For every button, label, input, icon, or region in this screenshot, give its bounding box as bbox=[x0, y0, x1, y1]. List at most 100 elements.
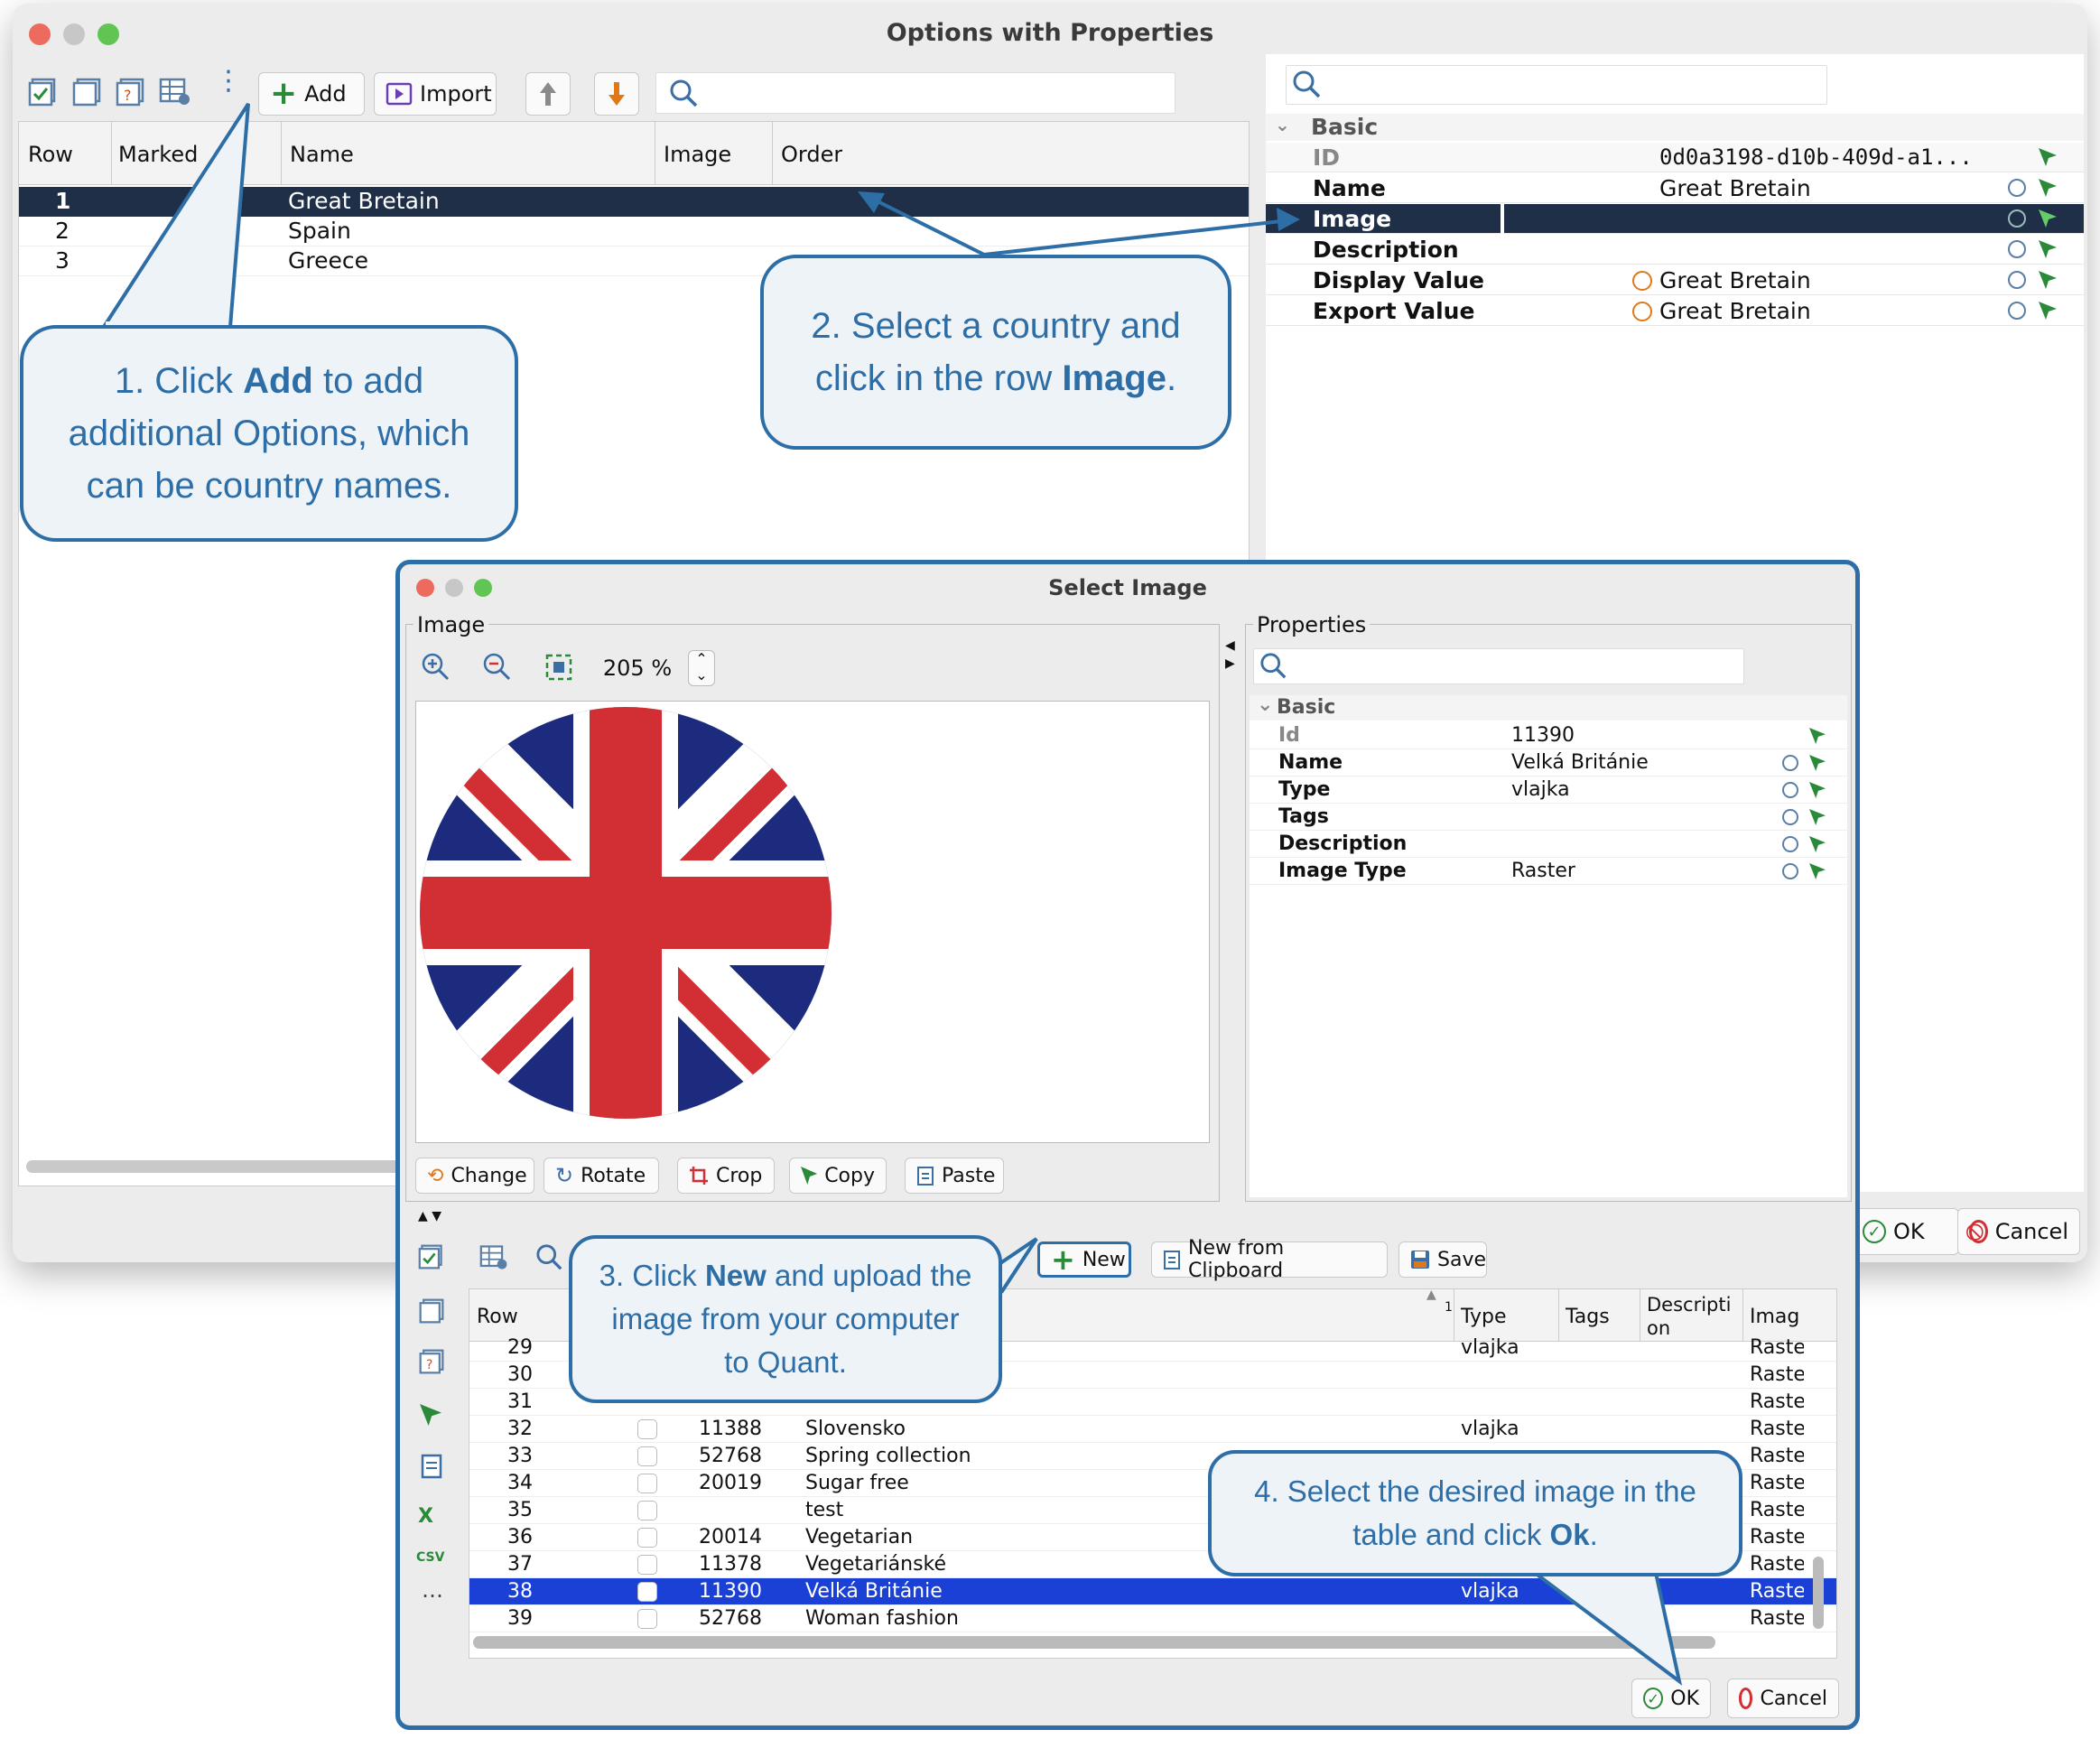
reset-icon[interactable] bbox=[1782, 863, 1798, 879]
reset-icon[interactable] bbox=[2008, 179, 2026, 197]
rotate-image-button[interactable]: ↻ Rotate bbox=[544, 1158, 659, 1194]
options-search-input[interactable] bbox=[655, 72, 1175, 114]
basic-group[interactable]: ⌄ Basic bbox=[1250, 693, 1847, 721]
zoom-out-icon[interactable] bbox=[482, 652, 513, 686]
row-checkbox[interactable] bbox=[637, 1609, 657, 1629]
close-window-icon[interactable] bbox=[29, 23, 51, 45]
zoom-field[interactable]: 205 % bbox=[592, 650, 683, 686]
reset-icon[interactable] bbox=[2008, 209, 2026, 228]
more-options-icon[interactable]: ⋮ bbox=[215, 68, 242, 112]
dialog-cancel-button[interactable]: Cancel bbox=[1727, 1679, 1839, 1718]
row-checkbox[interactable] bbox=[637, 1528, 657, 1548]
col-marked[interactable]: Marked bbox=[118, 142, 198, 167]
reset-icon[interactable] bbox=[1782, 836, 1798, 852]
row-checkbox[interactable] bbox=[637, 1582, 657, 1602]
col-description[interactable]: Descripti on bbox=[1647, 1293, 1733, 1340]
new-image-button[interactable]: + New bbox=[1037, 1241, 1131, 1278]
table-row[interactable]: 32 11388 Slovensko vlajka Raste bbox=[469, 1416, 1836, 1443]
zoom-stepper[interactable]: ⌃ ⌄ bbox=[688, 650, 715, 686]
col-type[interactable]: Type bbox=[1461, 1306, 1507, 1328]
row-name: Great Bretain bbox=[288, 188, 440, 214]
minimize-dialog-icon[interactable] bbox=[445, 579, 463, 597]
prop-row-id[interactable]: ID 0d0a3198-d10b-409d-a1... bbox=[1266, 143, 2084, 172]
csv-export-icon[interactable]: CSV bbox=[416, 1550, 444, 1565]
callout-step-2: 2. Select a country and click in the row… bbox=[760, 255, 1231, 450]
move-up-button[interactable] bbox=[525, 72, 571, 116]
dprop-row[interactable]: Tags bbox=[1250, 804, 1847, 831]
mark-all-icon[interactable] bbox=[27, 76, 60, 108]
col-row[interactable]: Row bbox=[28, 142, 73, 167]
row-checkbox[interactable] bbox=[637, 1474, 657, 1493]
horizontal-scrollbar[interactable] bbox=[473, 1636, 1715, 1649]
reset-icon[interactable] bbox=[1782, 809, 1798, 825]
import-button[interactable]: Import bbox=[374, 72, 497, 116]
dprop-row[interactable]: Image Type Raster bbox=[1250, 858, 1847, 885]
row-checkbox[interactable] bbox=[637, 1446, 657, 1466]
paste-image-button[interactable]: Paste bbox=[905, 1158, 1004, 1194]
basic-group[interactable]: ⌄ Basic bbox=[1266, 114, 2084, 141]
reset-icon[interactable] bbox=[2008, 240, 2026, 258]
change-image-button[interactable]: ⟲ Change bbox=[415, 1158, 534, 1194]
row-name: Vegetarian bbox=[805, 1526, 914, 1548]
vertical-splitter-arrows-icon[interactable]: ▲ ▼ bbox=[418, 1209, 441, 1223]
table-row[interactable]: 1 Great Bretain bbox=[19, 187, 1249, 217]
document-icon[interactable] bbox=[418, 1453, 445, 1483]
unmark-all-icon[interactable] bbox=[418, 1297, 445, 1328]
move-down-button[interactable] bbox=[594, 72, 639, 116]
table-row[interactable]: 39 527689 Woman fashion Raste bbox=[469, 1605, 1836, 1632]
col-order[interactable]: Order bbox=[781, 142, 842, 167]
mark-all-icon[interactable] bbox=[418, 1243, 445, 1274]
close-dialog-icon[interactable] bbox=[416, 579, 434, 597]
excel-export-icon[interactable]: X bbox=[418, 1505, 433, 1528]
cancel-button[interactable]: ⃠ Cancel bbox=[1957, 1208, 2080, 1255]
minimize-window-icon[interactable] bbox=[63, 23, 85, 45]
save-image-button[interactable]: Save bbox=[1398, 1241, 1487, 1278]
vertical-scrollbar[interactable] bbox=[1813, 1557, 1824, 1629]
copy-image-button[interactable]: Copy bbox=[789, 1158, 887, 1194]
reset-icon[interactable] bbox=[2008, 271, 2026, 289]
splitter-arrows-icon[interactable]: ◀ ▶ bbox=[1225, 637, 1235, 673]
search-icon[interactable] bbox=[535, 1243, 564, 1276]
dialog-ok-button[interactable]: ✓ OK bbox=[1631, 1679, 1711, 1718]
edit-icon[interactable] bbox=[420, 1404, 441, 1426]
properties-search-input[interactable] bbox=[1286, 65, 1827, 105]
col-tags[interactable]: Tags bbox=[1566, 1306, 1610, 1328]
table-row[interactable]: 38 11390 Velká Británie vlajka Raste bbox=[469, 1578, 1836, 1605]
col-row[interactable]: Row bbox=[477, 1306, 518, 1328]
add-button[interactable]: + Add bbox=[258, 72, 365, 116]
prop-row-export-value[interactable]: Export Value Great Bretain bbox=[1266, 296, 2084, 326]
zoom-dialog-icon[interactable] bbox=[474, 579, 492, 597]
crop-image-button[interactable]: Crop bbox=[677, 1158, 775, 1194]
dialog-properties-search[interactable] bbox=[1253, 648, 1744, 684]
zoom-in-icon[interactable] bbox=[421, 652, 451, 686]
zoom-window-icon[interactable] bbox=[98, 23, 119, 45]
invert-marks-icon[interactable]: ? bbox=[418, 1348, 445, 1379]
row-checkbox[interactable] bbox=[637, 1419, 657, 1439]
crop-label: Crop bbox=[716, 1164, 763, 1187]
more-options-icon[interactable]: … bbox=[422, 1577, 443, 1603]
prop-row-image[interactable]: Image bbox=[1266, 204, 2084, 234]
col-image[interactable]: Image bbox=[664, 142, 731, 167]
row-checkbox[interactable] bbox=[637, 1501, 657, 1520]
dprop-row[interactable]: Type vlajka bbox=[1250, 777, 1847, 804]
table-settings-icon[interactable] bbox=[479, 1243, 510, 1276]
fit-to-window-icon[interactable] bbox=[544, 652, 574, 686]
reset-icon[interactable] bbox=[1782, 755, 1798, 771]
dprop-row[interactable]: Description bbox=[1250, 831, 1847, 858]
dprop-row[interactable]: Name Velká Británie bbox=[1250, 749, 1847, 777]
col-image[interactable]: Imag bbox=[1750, 1306, 1804, 1328]
reset-icon[interactable] bbox=[2008, 302, 2026, 320]
col-name[interactable]: Name bbox=[290, 142, 354, 167]
table-row[interactable]: 2 Spain bbox=[19, 217, 1249, 246]
prop-row-name[interactable]: Name Great Bretain bbox=[1266, 173, 2084, 203]
invert-marks-icon[interactable]: ? bbox=[114, 76, 146, 108]
unmark-all-icon[interactable] bbox=[70, 76, 103, 108]
table-settings-icon[interactable] bbox=[159, 76, 193, 108]
row-checkbox[interactable] bbox=[637, 1555, 657, 1575]
prop-row-display-value[interactable]: Display Value Great Bretain bbox=[1266, 265, 2084, 295]
dprop-row[interactable]: Id 11390 bbox=[1250, 722, 1847, 749]
prop-row-description[interactable]: Description bbox=[1266, 235, 2084, 265]
reset-icon[interactable] bbox=[1782, 782, 1798, 798]
new-from-clipboard-button[interactable]: New from Clipboard bbox=[1151, 1237, 1388, 1282]
ok-button[interactable]: ✓ OK bbox=[1851, 1208, 1959, 1255]
